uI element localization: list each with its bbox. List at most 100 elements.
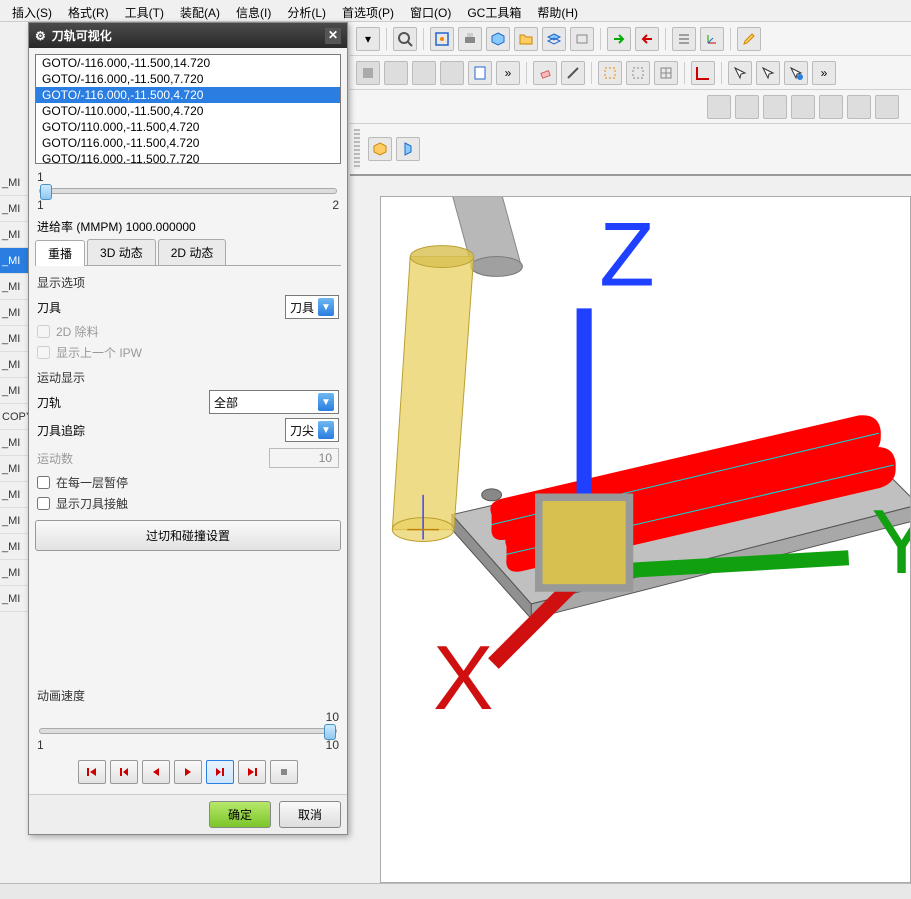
mill3-icon[interactable] bbox=[412, 61, 436, 85]
nav-item[interactable]: _MI bbox=[0, 508, 28, 534]
nav-item[interactable]: _MI bbox=[0, 456, 28, 482]
play-button[interactable] bbox=[174, 760, 202, 784]
dashed-rect2-icon[interactable] bbox=[626, 61, 650, 85]
dialog-titlebar[interactable]: ⚙ 刀轨可视化 ✕ bbox=[29, 23, 347, 48]
tool-select[interactable]: 刀具▼ bbox=[285, 295, 339, 319]
op5-icon[interactable] bbox=[819, 95, 843, 119]
more-icon[interactable]: » bbox=[496, 61, 520, 85]
gouge-collision-settings-button[interactable]: 过切和碰撞设置 bbox=[35, 520, 341, 551]
arrow2-icon[interactable] bbox=[635, 27, 659, 51]
op3-icon[interactable] bbox=[763, 95, 787, 119]
cube-icon[interactable] bbox=[486, 27, 510, 51]
last-button[interactable] bbox=[238, 760, 266, 784]
nav-item[interactable]: _MI bbox=[0, 430, 28, 456]
fit-icon[interactable] bbox=[430, 27, 454, 51]
ptr3-icon[interactable] bbox=[784, 61, 808, 85]
tb-icon[interactable]: ▾ bbox=[356, 27, 380, 51]
chevron-down-icon: ▼ bbox=[318, 298, 334, 316]
menu-help[interactable]: 帮助(H) bbox=[529, 2, 586, 19]
stop-button[interactable] bbox=[270, 760, 298, 784]
mill4-icon[interactable] bbox=[440, 61, 464, 85]
goto-row[interactable]: GOTO/-116.000,-11.500,14.720 bbox=[36, 55, 340, 71]
goto-listbox[interactable]: GOTO/-116.000,-11.500,14.720GOTO/-116.00… bbox=[35, 54, 341, 164]
list-icon[interactable] bbox=[672, 27, 696, 51]
chk-show-tool-contact[interactable] bbox=[37, 497, 50, 510]
line-icon[interactable] bbox=[561, 61, 585, 85]
rect-icon[interactable] bbox=[570, 27, 594, 51]
part-icon[interactable] bbox=[368, 137, 392, 161]
tab-2d-dynamic[interactable]: 2D 动态 bbox=[158, 239, 227, 265]
close-icon[interactable]: ✕ bbox=[325, 28, 341, 44]
ptr2-icon[interactable] bbox=[756, 61, 780, 85]
goto-row[interactable]: GOTO/110.000,-11.500,4.720 bbox=[36, 119, 340, 135]
ptr1-icon[interactable] bbox=[728, 61, 752, 85]
gear-icon[interactable]: ⚙ bbox=[35, 29, 46, 43]
menu-window[interactable]: 窗口(O) bbox=[402, 2, 459, 19]
goto-row[interactable]: GOTO/-116.000,-11.500,4.720 bbox=[36, 87, 340, 103]
stepback-button[interactable] bbox=[142, 760, 170, 784]
menu-prefs[interactable]: 首选项(P) bbox=[334, 2, 402, 19]
arrow-icon[interactable] bbox=[607, 27, 631, 51]
ok-button[interactable]: 确定 bbox=[209, 801, 271, 828]
more2-icon[interactable]: » bbox=[812, 61, 836, 85]
angle-sel-icon[interactable] bbox=[691, 61, 715, 85]
erase-icon[interactable] bbox=[533, 61, 557, 85]
menu-tools[interactable]: 工具(T) bbox=[117, 2, 172, 19]
goto-row[interactable]: GOTO/-110.000,-11.500,4.720 bbox=[36, 103, 340, 119]
nav-item[interactable]: _MI bbox=[0, 170, 28, 196]
nav-item[interactable]: _MI bbox=[0, 222, 28, 248]
folder-icon[interactable] bbox=[514, 27, 538, 51]
menu-format[interactable]: 格式(R) bbox=[60, 2, 117, 19]
first-button[interactable] bbox=[78, 760, 106, 784]
nav-item[interactable]: _MI bbox=[0, 378, 28, 404]
layer-icon[interactable] bbox=[542, 27, 566, 51]
op7-icon[interactable] bbox=[875, 95, 899, 119]
grid-icon[interactable] bbox=[654, 61, 678, 85]
nav-item[interactable]: _MI bbox=[0, 560, 28, 586]
goto-row[interactable]: GOTO/116.000,-11.500,4.720 bbox=[36, 135, 340, 151]
grip-handle[interactable] bbox=[354, 129, 360, 169]
tab-replay[interactable]: 重播 bbox=[35, 240, 85, 266]
goto-row[interactable]: GOTO/-116.000,-11.500,7.720 bbox=[36, 71, 340, 87]
menu-gctoolbox[interactable]: GC工具箱 bbox=[459, 2, 529, 19]
op2-icon[interactable] bbox=[735, 95, 759, 119]
nav-item[interactable]: _MI bbox=[0, 586, 28, 612]
stepfwd-button[interactable] bbox=[206, 760, 234, 784]
toolpath-select[interactable]: 全部▼ bbox=[209, 390, 339, 414]
mill-icon[interactable] bbox=[356, 61, 380, 85]
tooltrack-select[interactable]: 刀尖▼ bbox=[285, 418, 339, 442]
svg-text:X: X bbox=[433, 628, 493, 729]
nav-item[interactable]: COPY bbox=[0, 404, 28, 430]
speed-slider[interactable] bbox=[39, 728, 337, 734]
menu-analyze[interactable]: 分析(L) bbox=[279, 2, 334, 19]
op6-icon[interactable] bbox=[847, 95, 871, 119]
nav-item[interactable]: _MI bbox=[0, 196, 28, 222]
prev-button[interactable] bbox=[110, 760, 138, 784]
chk-pause-each-layer[interactable] bbox=[37, 476, 50, 489]
sheet-icon[interactable] bbox=[468, 61, 492, 85]
menu-insert[interactable]: 插入(S) bbox=[4, 2, 60, 19]
tab-3d-dynamic[interactable]: 3D 动态 bbox=[87, 239, 156, 265]
nav-item[interactable]: _MI bbox=[0, 274, 28, 300]
csys-icon[interactable] bbox=[700, 27, 724, 51]
goto-row[interactable]: GOTO/116.000,-11.500,7.720 bbox=[36, 151, 340, 164]
nav-item[interactable]: _MI bbox=[0, 248, 28, 274]
nav-item[interactable]: _MI bbox=[0, 352, 28, 378]
nav-item[interactable]: _MI bbox=[0, 534, 28, 560]
brush-icon[interactable] bbox=[737, 27, 761, 51]
nav-item[interactable]: _MI bbox=[0, 300, 28, 326]
position-slider[interactable] bbox=[39, 188, 337, 194]
nav-item[interactable]: _MI bbox=[0, 326, 28, 352]
mill2-icon[interactable] bbox=[384, 61, 408, 85]
op1-icon[interactable] bbox=[707, 95, 731, 119]
graphics-viewport[interactable]: Z Y X bbox=[380, 196, 911, 883]
dashed-rect-icon[interactable] bbox=[598, 61, 622, 85]
search-icon[interactable] bbox=[393, 27, 417, 51]
asm-icon[interactable] bbox=[396, 137, 420, 161]
cancel-button[interactable]: 取消 bbox=[279, 801, 341, 828]
op4-icon[interactable] bbox=[791, 95, 815, 119]
nav-item[interactable]: _MI bbox=[0, 482, 28, 508]
menu-assembly[interactable]: 装配(A) bbox=[172, 2, 228, 19]
menu-info[interactable]: 信息(I) bbox=[228, 2, 279, 19]
print-icon[interactable] bbox=[458, 27, 482, 51]
